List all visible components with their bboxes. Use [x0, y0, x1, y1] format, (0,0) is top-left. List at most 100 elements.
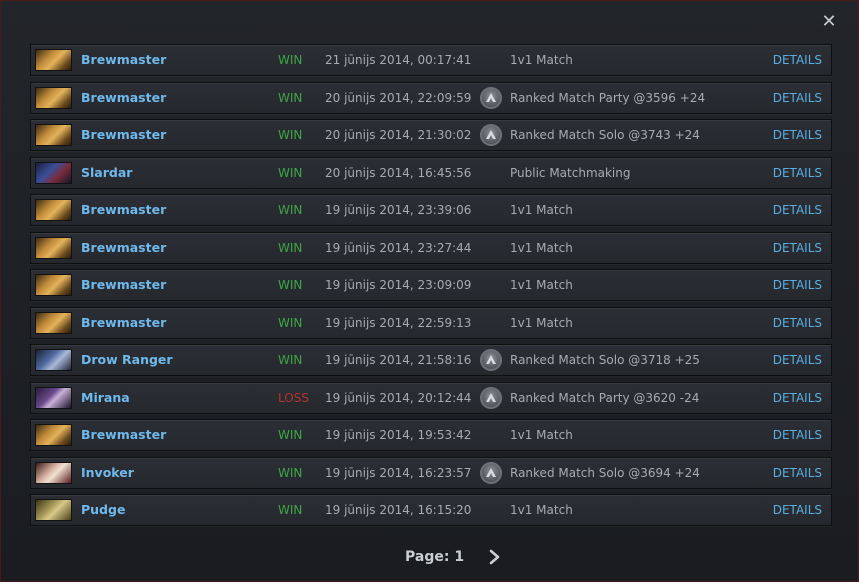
match-date: 19 jūnijs 2014, 16:15:20 [325, 503, 472, 517]
match-result: WIN [278, 240, 303, 255]
hero-name[interactable]: Invoker [81, 458, 134, 488]
match-result: WIN [278, 315, 303, 330]
match-result: WIN [278, 165, 303, 180]
match-date: 20 jūnijs 2014, 22:09:59 [325, 90, 472, 105]
match-result: WIN [278, 128, 303, 142]
match-row: Brewmaster WIN 20 jūnijs 2014, 21:30:02 Ran… [30, 119, 832, 151]
match-mode: 1v1 Match [510, 315, 573, 330]
match-row: Drow Ranger WIN 19 jūnijs 2014, 21:58:16 Ra… [30, 344, 832, 376]
hero-name[interactable]: Brewmaster [81, 120, 166, 150]
match-row: Pudge WIN 19 jūnijs 2014, 16:15:20 1v1 Matc… [30, 494, 832, 526]
ranked-icon [480, 124, 502, 146]
hero-name[interactable]: Drow Ranger [81, 345, 173, 375]
hero-name[interactable]: Brewmaster [81, 233, 166, 263]
match-history-dialog: ✕ Brewmaster WIN 21 jūnijs 2014, 00:17:41 1… [0, 0, 859, 582]
match-date: 19 jūnijs 2014, 16:23:57 [325, 465, 472, 480]
hero-portrait [35, 311, 72, 334]
match-result: WIN [278, 503, 303, 517]
match-row: Brewmaster WIN 20 jūnijs 2014, 22:09:59 Ran… [30, 81, 832, 114]
hero-portrait [35, 499, 72, 521]
match-date: 19 jūnijs 2014, 21:58:16 [325, 353, 472, 367]
details-link[interactable]: DETAILS [773, 420, 822, 450]
ranked-icon [480, 461, 502, 484]
hero-portrait [35, 424, 72, 446]
hero-name[interactable]: Brewmaster [81, 420, 166, 450]
match-date: 19 jūnijs 2014, 19:53:42 [325, 428, 472, 442]
match-date: 19 jūnijs 2014, 23:27:44 [325, 240, 472, 255]
details-link[interactable]: DETAILS [773, 158, 822, 188]
match-list: Brewmaster WIN 21 jūnijs 2014, 00:17:41 1v1… [30, 44, 832, 532]
match-result: WIN [278, 353, 303, 367]
match-result: WIN [278, 428, 303, 442]
match-mode: 1v1 Match [510, 240, 573, 255]
hero-name[interactable]: Mirana [81, 383, 130, 413]
match-mode: Ranked Match Solo @3694 +24 [510, 465, 700, 480]
hero-name[interactable]: Brewmaster [81, 45, 166, 75]
hero-portrait [35, 236, 72, 259]
details-link[interactable]: DETAILS [773, 383, 822, 413]
match-row: Brewmaster WIN 19 jūnijs 2014, 23:27:44 1v1… [30, 231, 832, 264]
hero-portrait [35, 86, 72, 109]
details-link[interactable]: DETAILS [773, 120, 822, 150]
hero-portrait [35, 124, 72, 146]
match-row: Brewmaster WIN 21 jūnijs 2014, 00:17:41 1v1… [30, 44, 832, 76]
match-result: WIN [278, 465, 303, 480]
match-row: Mirana LOSS 19 jūnijs 2014, 20:12:44 Ranked… [30, 381, 832, 414]
ranked-icon [480, 86, 502, 109]
match-date: 19 jūnijs 2014, 23:09:09 [325, 278, 472, 292]
match-date: 19 jūnijs 2014, 23:39:06 [325, 203, 472, 217]
chevron-right-icon[interactable] [485, 546, 505, 568]
hero-portrait [35, 349, 72, 371]
hero-portrait [35, 461, 72, 484]
hero-portrait [35, 49, 72, 71]
match-date: 20 jūnijs 2014, 21:30:02 [325, 128, 472, 142]
hero-portrait [35, 274, 72, 296]
match-mode: 1v1 Match [510, 503, 573, 517]
hero-name[interactable]: Slardar [81, 158, 132, 188]
match-row: Brewmaster WIN 19 jūnijs 2014, 22:59:13 1v1… [30, 306, 832, 339]
match-mode: 1v1 Match [510, 53, 573, 67]
page-label: Page: 1 [405, 549, 465, 565]
match-row: Brewmaster WIN 19 jūnijs 2014, 23:39:06 1v1… [30, 194, 832, 226]
pager: Page: 1 [1, 546, 859, 568]
match-date: 19 jūnijs 2014, 20:12:44 [325, 390, 472, 405]
details-link[interactable]: DETAILS [773, 233, 822, 263]
match-mode: 1v1 Match [510, 203, 573, 217]
match-mode: Ranked Match Solo @3718 +25 [510, 353, 700, 367]
details-link[interactable]: DETAILS [773, 45, 822, 75]
match-result: WIN [278, 278, 303, 292]
details-link[interactable]: DETAILS [773, 308, 822, 338]
details-link[interactable]: DETAILS [773, 495, 822, 525]
match-date: 21 jūnijs 2014, 00:17:41 [325, 53, 472, 67]
hero-name[interactable]: Pudge [81, 495, 125, 525]
details-link[interactable]: DETAILS [773, 83, 822, 113]
match-row: Invoker WIN 19 jūnijs 2014, 16:23:57 Ranked… [30, 456, 832, 489]
match-row: Brewmaster WIN 19 jūnijs 2014, 23:09:09 1v1… [30, 269, 832, 301]
details-link[interactable]: DETAILS [773, 270, 822, 300]
match-row: Slardar WIN 20 jūnijs 2014, 16:45:56 Public… [30, 156, 832, 189]
match-mode: Public Matchmaking [510, 165, 631, 180]
match-result: WIN [278, 90, 303, 105]
close-icon[interactable]: ✕ [818, 11, 840, 33]
match-date: 19 jūnijs 2014, 22:59:13 [325, 315, 472, 330]
hero-portrait [35, 161, 72, 184]
match-row: Brewmaster WIN 19 jūnijs 2014, 19:53:42 1v1… [30, 419, 832, 451]
details-link[interactable]: DETAILS [773, 345, 822, 375]
details-link[interactable]: DETAILS [773, 195, 822, 225]
ranked-icon [480, 349, 502, 371]
hero-portrait [35, 199, 72, 221]
match-result: LOSS [278, 390, 309, 405]
hero-name[interactable]: Brewmaster [81, 83, 166, 113]
hero-portrait [35, 386, 72, 409]
match-mode: 1v1 Match [510, 428, 573, 442]
match-mode: Ranked Match Solo @3743 +24 [510, 128, 700, 142]
match-mode: Ranked Match Party @3620 -24 [510, 390, 700, 405]
details-link[interactable]: DETAILS [773, 458, 822, 488]
match-result: WIN [278, 53, 303, 67]
hero-name[interactable]: Brewmaster [81, 270, 166, 300]
hero-name[interactable]: Brewmaster [81, 195, 166, 225]
ranked-icon [480, 386, 502, 409]
match-result: WIN [278, 203, 303, 217]
hero-name[interactable]: Brewmaster [81, 308, 166, 338]
match-mode: 1v1 Match [510, 278, 573, 292]
